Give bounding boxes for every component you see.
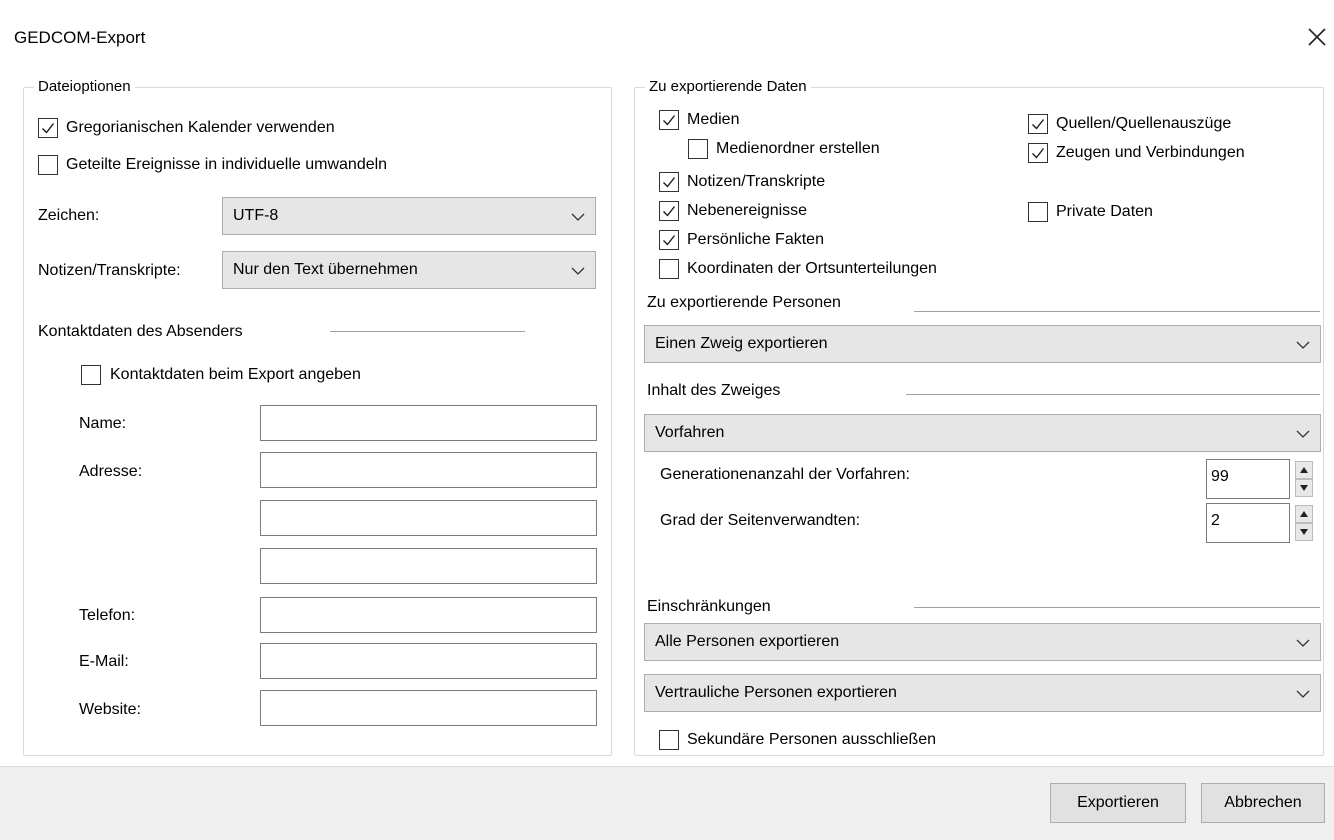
exclude-secondary-checkbox[interactable] [659,730,679,750]
address-line3-field[interactable] [260,548,597,584]
sender-separator [330,331,525,332]
coords-checkbox[interactable] [659,259,679,279]
split-events-label: Geteilte Ereignisse in individuelle umwa… [66,156,388,173]
address-line2-field[interactable] [260,500,597,536]
address-line1-field[interactable] [260,452,597,488]
spin-up-icon[interactable] [1295,505,1313,523]
spin-down-icon[interactable] [1295,479,1313,497]
notes-label: Notizen/Transkripte: [38,262,181,279]
spin-down-icon[interactable] [1295,523,1313,541]
chevron-down-icon [1296,341,1310,349]
checkmark-icon [1032,148,1045,159]
sender-include-checkbox[interactable] [81,365,101,385]
name-field[interactable] [260,405,597,441]
branch-separator [906,394,1320,395]
notes-value: Nur den Text übernehmen [233,261,418,278]
chevron-down-icon [1296,639,1310,647]
window-title: GEDCOM-Export [14,28,146,47]
notes-export-label: Notizen/Transkripte [687,173,826,190]
all-persons-select[interactable]: Alle Personen exportieren [644,623,1321,661]
sender-heading: Kontaktdaten des Absenders [38,323,243,340]
phone-field[interactable] [260,597,597,633]
private-label: Private Daten [1056,203,1153,220]
spin-up-icon[interactable] [1295,461,1313,479]
coords-label: Koordinaten der Ortsunterteilungen [687,260,937,277]
chevron-down-icon [571,213,585,221]
media-label: Medien [687,111,740,128]
restrictions-separator [914,607,1320,608]
witnesses-checkbox[interactable] [1028,143,1048,163]
charset-value: UTF-8 [233,207,279,224]
confidential-select[interactable]: Vertrauliche Personen exportieren [644,674,1321,712]
sender-include-label: Kontaktdaten beim Export angeben [110,366,361,383]
side-events-checkbox[interactable] [659,201,679,221]
close-icon[interactable] [1302,22,1332,52]
sources-checkbox[interactable] [1028,114,1048,134]
checkmark-icon [663,206,676,217]
phone-label: Telefon: [79,607,136,624]
charset-label: Zeichen: [38,207,100,224]
confidential-value: Vertrauliche Personen exportieren [655,684,897,701]
file-options-legend: Dateioptionen [34,78,135,96]
checkmark-icon [663,177,676,188]
checkmark-icon [663,115,676,126]
chevron-down-icon [1296,430,1310,438]
sources-label: Quellen/Quellenauszüge [1056,115,1232,132]
generations-label: Generationenanzahl der Vorfahren: [660,466,910,483]
checkmark-icon [663,235,676,246]
media-folder-checkbox[interactable] [688,139,708,159]
persons-separator [914,311,1320,312]
email-field[interactable] [260,643,597,679]
witnesses-label: Zeugen und Verbindungen [1056,144,1245,161]
degree-value: 2 [1211,512,1220,529]
name-label: Name: [79,415,127,432]
title-bar [0,0,1334,80]
branch-value: Vorfahren [655,424,725,441]
generations-spinner [1295,461,1313,497]
restrictions-heading: Einschränkungen [647,598,771,615]
gregorian-label: Gregorianischen Kalender verwenden [66,119,335,136]
degree-input[interactable]: 2 [1206,503,1290,543]
degree-spinner [1295,505,1313,541]
all-persons-value: Alle Personen exportieren [655,633,840,650]
export-button[interactable]: Exportieren [1050,783,1186,823]
website-field[interactable] [260,690,597,726]
notes-select[interactable]: Nur den Text übernehmen [222,251,596,289]
generations-input[interactable]: 99 [1206,459,1290,499]
personal-facts-label: Persönliche Fakten [687,231,824,248]
media-checkbox[interactable] [659,110,679,130]
chevron-down-icon [1296,690,1310,698]
exclude-secondary-label: Sekundäre Personen ausschließen [687,731,937,748]
media-folder-label: Medienordner erstellen [716,140,880,157]
export-data-legend: Zu exportierende Daten [645,78,811,96]
side-events-label: Nebenereignisse [687,202,808,219]
branch-heading: Inhalt des Zweiges [647,382,781,399]
address-label: Adresse: [79,463,143,480]
persons-heading: Zu exportierende Personen [647,294,841,311]
persons-value: Einen Zweig exportieren [655,335,828,352]
checkmark-icon [1032,119,1045,130]
website-label: Website: [79,701,141,718]
persons-select[interactable]: Einen Zweig exportieren [644,325,1321,363]
cancel-button[interactable]: Abbrechen [1201,783,1325,823]
private-checkbox[interactable] [1028,202,1048,222]
notes-checkbox[interactable] [659,172,679,192]
gregorian-checkbox[interactable] [38,118,58,138]
chevron-down-icon [571,267,585,275]
split-events-checkbox[interactable] [38,155,58,175]
email-label: E-Mail: [79,653,129,670]
personal-facts-checkbox[interactable] [659,230,679,250]
checkmark-icon [42,123,55,134]
charset-select[interactable]: UTF-8 [222,197,596,235]
branch-select[interactable]: Vorfahren [644,414,1321,452]
generations-value: 99 [1211,468,1229,485]
degree-label: Grad der Seitenverwandten: [660,512,861,529]
